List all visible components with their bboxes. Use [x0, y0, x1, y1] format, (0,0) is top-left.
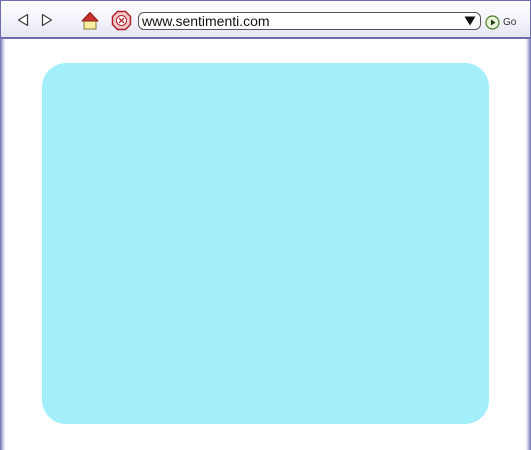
url-text[interactable]: www.sentimenti.com [139, 13, 463, 29]
browser-window: www.sentimenti.com Go [0, 0, 531, 450]
go-play-icon [485, 14, 500, 30]
forward-button[interactable] [39, 12, 55, 28]
address-bar[interactable]: www.sentimenti.com [138, 12, 481, 30]
go-label: Go [503, 16, 517, 28]
back-arrow-icon [17, 13, 29, 27]
browser-toolbar: www.sentimenti.com Go [0, 0, 531, 39]
window-right-edge [525, 38, 531, 450]
content-panel [42, 63, 489, 424]
back-button[interactable] [15, 12, 31, 28]
home-button[interactable] [81, 11, 99, 30]
stop-button[interactable] [111, 10, 132, 31]
window-left-edge [0, 38, 6, 450]
stop-icon [111, 10, 132, 31]
go-button[interactable]: Go [485, 14, 516, 30]
home-icon [81, 12, 99, 30]
address-dropdown-button[interactable] [463, 14, 477, 28]
dropdown-arrow-icon [464, 16, 476, 26]
forward-arrow-icon [41, 13, 53, 27]
